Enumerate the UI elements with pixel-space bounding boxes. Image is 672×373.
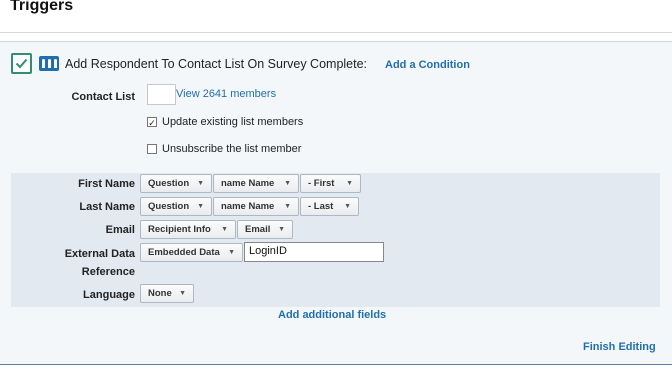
last-name-label: Last Name xyxy=(79,201,135,213)
caret-down-icon: ▼ xyxy=(197,203,204,210)
unsubscribe-label: Unsubscribe the list member xyxy=(162,143,302,155)
unsubscribe-checkbox[interactable] xyxy=(147,144,157,154)
email-source-select[interactable]: Recipient Info ▼ xyxy=(140,220,236,239)
unsubscribe-option[interactable]: Unsubscribe the list member xyxy=(147,143,301,155)
checkmark-icon xyxy=(15,58,28,69)
select-value: Recipient Info xyxy=(148,224,211,235)
update-members-option[interactable]: ✓ Update existing list members xyxy=(147,116,303,128)
last-name-part-select[interactable]: - Last ▼ xyxy=(300,197,359,216)
contact-list-label: Contact List xyxy=(71,91,135,103)
field-mapping-area xyxy=(11,173,660,307)
language-select[interactable]: None ▼ xyxy=(140,284,194,303)
contact-list-select[interactable] xyxy=(147,84,176,105)
update-members-checkbox[interactable]: ✓ xyxy=(147,117,157,128)
external-ref-source-select[interactable]: Embedded Data ▼ xyxy=(140,243,243,262)
select-value: name Name xyxy=(221,201,275,212)
add-condition-link[interactable]: Add a Condition xyxy=(385,59,470,71)
caret-down-icon: ▼ xyxy=(346,180,353,187)
select-value: name Name xyxy=(221,178,275,189)
action-title: Add Respondent To Contact List On Survey… xyxy=(65,57,368,71)
caret-down-icon: ▼ xyxy=(179,290,186,297)
update-members-label: Update existing list members xyxy=(162,116,304,128)
select-value: None xyxy=(148,288,172,299)
first-name-question-select[interactable]: name Name ▼ xyxy=(213,174,299,193)
page-title: Triggers xyxy=(10,0,74,14)
language-label: Language xyxy=(83,289,135,301)
select-value: - First xyxy=(308,178,335,189)
caret-down-icon: ▼ xyxy=(221,226,228,233)
first-name-source-select[interactable]: Question ▼ xyxy=(140,174,212,193)
select-value: Email xyxy=(245,224,271,235)
last-name-question-select[interactable]: name Name ▼ xyxy=(213,197,299,216)
view-members-link[interactable]: View 2641 members xyxy=(176,88,276,100)
last-name-source-select[interactable]: Question ▼ xyxy=(140,197,212,216)
trigger-enabled-checkbox[interactable] xyxy=(11,53,32,74)
select-value: Question xyxy=(148,178,190,189)
finish-editing-button[interactable]: Finish Editing xyxy=(583,341,656,353)
people-icon xyxy=(39,56,59,71)
external-ref-label-line2: Reference xyxy=(81,266,135,278)
first-name-part-select[interactable]: - First ▼ xyxy=(300,174,361,193)
select-value: Question xyxy=(148,201,190,212)
caret-down-icon: ▼ xyxy=(344,203,351,210)
email-field-select[interactable]: Email ▼ xyxy=(237,220,293,239)
select-value: Embedded Data xyxy=(148,247,220,258)
caret-down-icon: ▼ xyxy=(197,180,204,187)
external-ref-label-line1: External Data xyxy=(64,248,135,260)
first-name-label: First Name xyxy=(78,178,135,190)
add-additional-fields-link[interactable]: Add additional fields xyxy=(278,309,386,321)
external-ref-input[interactable]: LoginID xyxy=(244,242,384,262)
select-value: - Last xyxy=(308,201,334,212)
caret-down-icon: ▼ xyxy=(284,180,291,187)
caret-down-icon: ▼ xyxy=(228,249,235,256)
caret-down-icon: ▼ xyxy=(284,203,291,210)
title-divider xyxy=(0,32,672,33)
email-label: Email xyxy=(105,224,135,236)
caret-down-icon: ▼ xyxy=(278,226,285,233)
